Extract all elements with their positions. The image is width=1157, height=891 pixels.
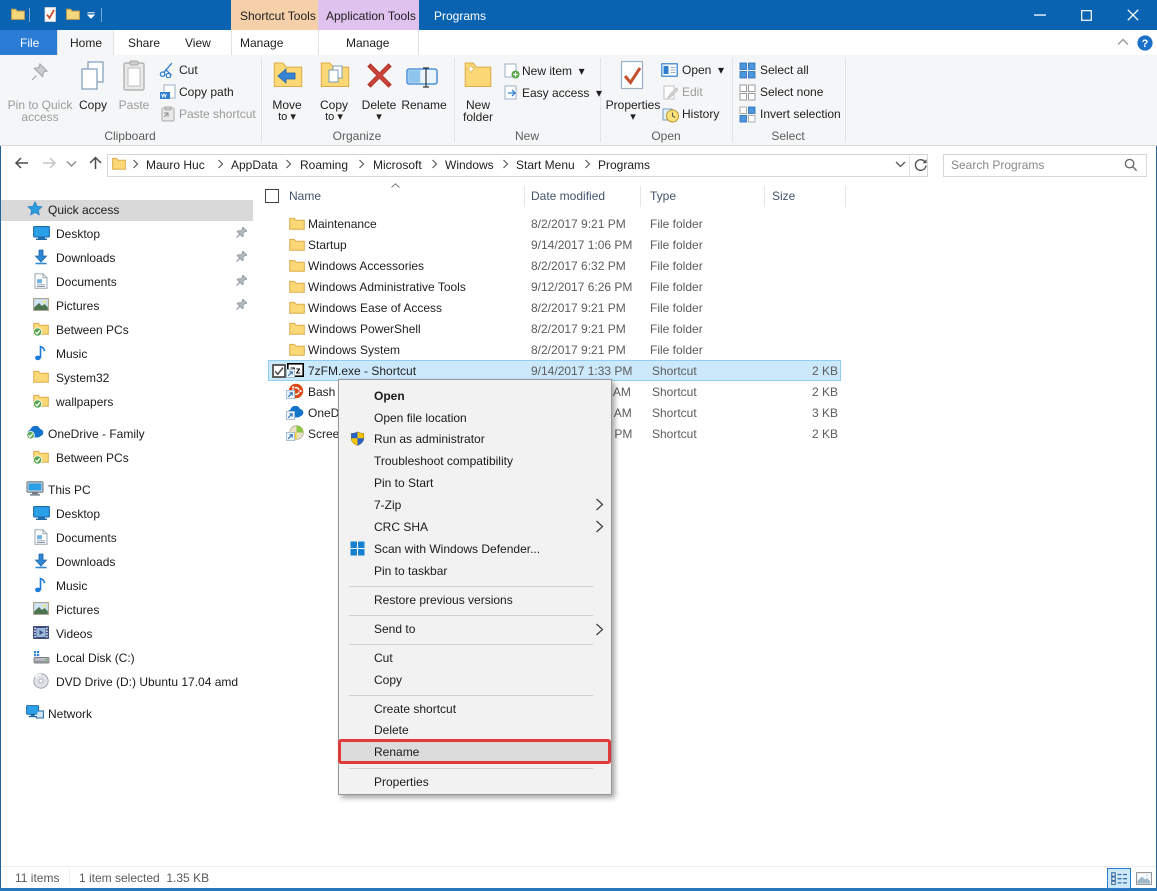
- svg-text:?: ?: [1142, 38, 1149, 50]
